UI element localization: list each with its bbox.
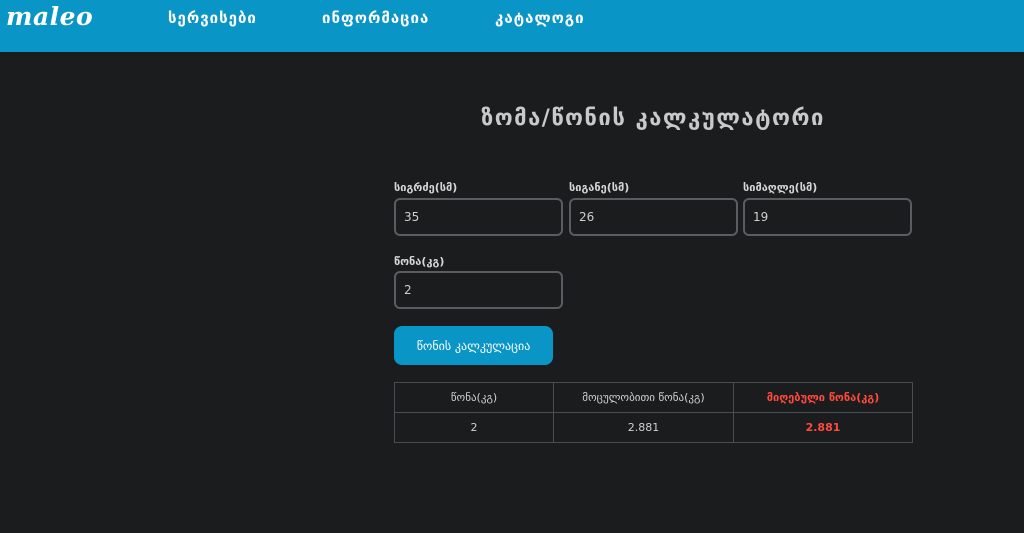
length-input[interactable] [394,198,563,236]
nav-link-services[interactable]: სერვისები [168,8,257,28]
width-input[interactable] [569,198,738,236]
length-label: სიგრძე(სმ) [394,181,458,194]
table-row: 2 2.881 2.881 [394,412,913,443]
top-navbar: maleo სერვისები ინფორმაცია კატალოგი [0,0,1024,52]
maleo-logo[interactable]: maleo [6,2,93,32]
page-title: ზომა/წონის კალკულატორი [481,106,825,131]
height-input[interactable] [743,198,912,236]
results-header-row: წონა(კგ) მოცულობითი წონა(კგ) მიღებული წო… [394,382,913,413]
nav-link-information[interactable]: ინფორმაცია [322,8,429,28]
results-table: წონა(კგ) მოცულობითი წონა(კგ) მიღებული წო… [394,382,913,443]
header-weight: წონა(კგ) [394,382,554,413]
width-label: სიგანე(სმ) [569,181,630,194]
header-chargeable-weight: მიღებული წონა(კგ) [733,382,913,413]
weight-input[interactable] [394,271,563,309]
height-label: სიმაღლე(სმ) [743,181,818,194]
calculate-weight-button[interactable]: წონის კალკულაცია [394,326,553,365]
cell-weight: 2 [394,412,554,443]
cell-volumetric-weight: 2.881 [553,412,734,443]
header-volumetric-weight: მოცულობითი წონა(კგ) [553,382,734,413]
nav-link-catalog[interactable]: კატალოგი [495,8,585,28]
weight-label: წონა(კგ) [394,255,445,268]
cell-chargeable-weight: 2.881 [733,412,913,443]
